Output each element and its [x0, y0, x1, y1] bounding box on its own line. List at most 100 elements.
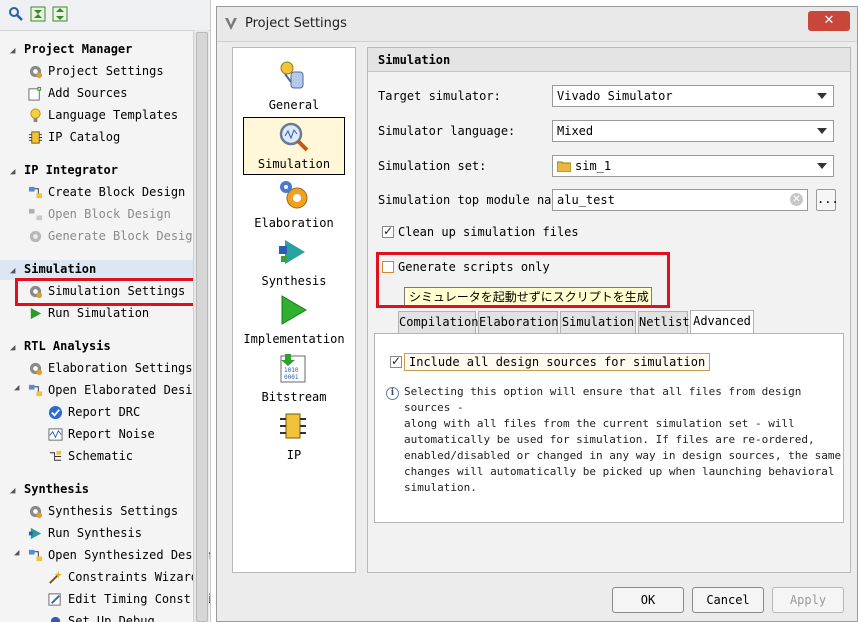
nav-open-elaborated-design[interactable]: ◢ Open Elaborated Design	[14, 383, 207, 397]
include-sources-checkbox[interactable]	[390, 354, 402, 368]
category-synthesis[interactable]: Synthesis	[233, 236, 355, 294]
close-button[interactable]: ✕	[808, 11, 850, 31]
nav-schematic[interactable]: Schematic	[49, 449, 133, 463]
expand-caret-icon[interactable]: ◢	[14, 548, 19, 558]
expand-all-icon[interactable]	[52, 6, 68, 22]
cancel-button[interactable]: Cancel	[692, 587, 764, 613]
svg-text:1010: 1010	[284, 367, 299, 374]
category-bitstream[interactable]: 1010 0001 Bitstream	[233, 352, 355, 410]
include-sources-description: Selecting this option will ensure that a…	[404, 385, 842, 494]
nav-create-block-design[interactable]: Create Block Design	[28, 185, 185, 199]
simulation-set-label: Simulation set:	[378, 159, 487, 173]
nav-language-templates[interactable]: Language Templates	[30, 108, 178, 123]
clear-icon[interactable]: ✕	[790, 193, 803, 206]
nav-run-synthesis[interactable]: Run Synthesis	[28, 526, 142, 540]
browse-button[interactable]: ...	[816, 189, 839, 211]
section-simulation[interactable]: ◢ Simulation	[10, 262, 96, 276]
tab-elaboration[interactable]: Elaboration	[478, 311, 558, 333]
simulation-settings-panel: Simulation Target simulator: Vivado Simu…	[367, 47, 851, 573]
category-elaboration[interactable]: Elaboration	[233, 178, 355, 236]
search-icon[interactable]	[8, 6, 24, 22]
folder-icon	[557, 161, 571, 172]
tab-advanced[interactable]: Advanced	[690, 310, 754, 334]
design-icon	[28, 549, 43, 562]
nav-elaboration-settings[interactable]: Elaboration Settings	[29, 361, 193, 376]
tab-netlist[interactable]: Netlist	[638, 311, 690, 333]
nav-set-up-debug[interactable]: Set Up Debug	[50, 614, 155, 622]
run-play-icon	[30, 307, 42, 320]
info-icon: i	[386, 387, 399, 400]
tab-simulation[interactable]: Simulation	[560, 311, 636, 333]
category-list: General Simulation Elaboration Synthesis…	[232, 47, 356, 573]
navigator-scrollbar[interactable]	[193, 30, 209, 622]
nav-generate-block-design: Generate Block Design	[29, 229, 200, 243]
nav-edit-timing-constraints[interactable]: Edit Timing Constraints	[48, 592, 210, 606]
nav-open-synthesized-design[interactable]: ◢ Open Synthesized Design	[14, 548, 210, 562]
dialog-title: Project Settings	[245, 16, 347, 31]
chevron-down-icon	[817, 128, 827, 134]
nav-ip-catalog[interactable]: IP Catalog	[28, 130, 120, 144]
ip-chip-icon	[28, 131, 43, 144]
nav-report-noise[interactable]: Report Noise	[48, 427, 155, 441]
nav-add-sources[interactable]: Add Sources	[28, 86, 127, 101]
debug-icon	[50, 616, 61, 622]
section-rtl-analysis[interactable]: ◢ RTL Analysis	[10, 339, 111, 353]
cleanup-checkbox[interactable]	[382, 224, 394, 238]
navigator-toolbar	[0, 0, 210, 31]
ip-chip-icon	[280, 413, 306, 439]
design-icon	[28, 384, 43, 397]
nav-synthesis-settings[interactable]: Synthesis Settings	[29, 504, 178, 519]
gear-icon	[29, 505, 43, 519]
collapse-caret-icon[interactable]: ◢	[10, 266, 24, 276]
expand-caret-icon[interactable]: ◢	[14, 383, 19, 393]
gear-icon	[29, 362, 43, 376]
highlight-box-simulation-settings	[15, 278, 200, 306]
lightbulb-icon	[30, 108, 41, 123]
bitstream-icon: 10100001	[280, 354, 306, 383]
nav-project-settings[interactable]: Project Settings	[29, 64, 164, 79]
general-icon	[280, 61, 304, 89]
include-sources-label: Include all design sources for simulatio…	[404, 353, 711, 371]
chevron-down-icon	[817, 93, 827, 99]
flow-navigator: ◢ Project Manager Project Settings Add So…	[0, 0, 211, 622]
cleanup-label: Clean up simulation files	[398, 225, 579, 239]
top-module-input[interactable]: alu_test ✕	[552, 189, 808, 211]
section-ip-integrator[interactable]: ◢ IP Integrator	[10, 163, 118, 177]
category-ip[interactable]: IP	[233, 410, 355, 468]
target-simulator-label: Target simulator:	[378, 89, 501, 103]
project-settings-dialog: Project Settings ✕ General Simulation El…	[216, 6, 858, 622]
check-circle-icon	[48, 405, 63, 420]
section-project-manager[interactable]: ◢ Project Manager	[10, 42, 132, 56]
category-general[interactable]: General	[233, 60, 355, 118]
tab-compilation[interactable]: Compilation	[398, 311, 478, 333]
simulation-set-select[interactable]: sim_1	[552, 155, 834, 177]
add-sources-icon	[28, 86, 42, 101]
nav-constraints-wizard[interactable]: Constraints Wizard	[49, 570, 198, 584]
ok-button[interactable]: OK	[612, 587, 684, 613]
collapse-all-icon[interactable]	[30, 6, 46, 22]
category-implementation[interactable]: Implementation	[233, 294, 355, 352]
section-synthesis[interactable]: ◢ Synthesis	[10, 482, 89, 496]
nav-run-simulation[interactable]: Run Simulation	[30, 306, 149, 320]
block-design-icon	[28, 208, 43, 221]
highlight-box-generate-scripts	[376, 252, 670, 308]
schematic-icon	[49, 450, 62, 461]
category-simulation[interactable]: Simulation	[243, 117, 345, 175]
simulator-language-select[interactable]: Mixed	[552, 120, 834, 142]
nav-report-drc[interactable]: Report DRC	[48, 405, 140, 420]
simulation-magnifier-icon	[279, 122, 309, 152]
collapse-caret-icon[interactable]: ◢	[10, 486, 24, 496]
vivado-logo-icon	[225, 18, 237, 30]
scrollbar-thumb[interactable]	[196, 32, 208, 622]
synthesis-icon	[28, 527, 42, 540]
collapse-caret-icon[interactable]: ◢	[10, 167, 24, 177]
elaboration-gears-icon	[280, 181, 308, 209]
collapse-caret-icon[interactable]: ◢	[10, 343, 24, 353]
target-simulator-select[interactable]: Vivado Simulator	[552, 85, 834, 107]
edit-timing-icon	[48, 593, 61, 606]
simulator-language-label: Simulator language:	[378, 124, 516, 138]
collapse-caret-icon[interactable]: ◢	[10, 46, 24, 56]
nav-open-block-design: Open Block Design	[28, 207, 171, 221]
top-module-label: Simulation top module name:	[378, 193, 574, 207]
dialog-title-bar[interactable]: Project Settings ✕	[217, 7, 857, 42]
